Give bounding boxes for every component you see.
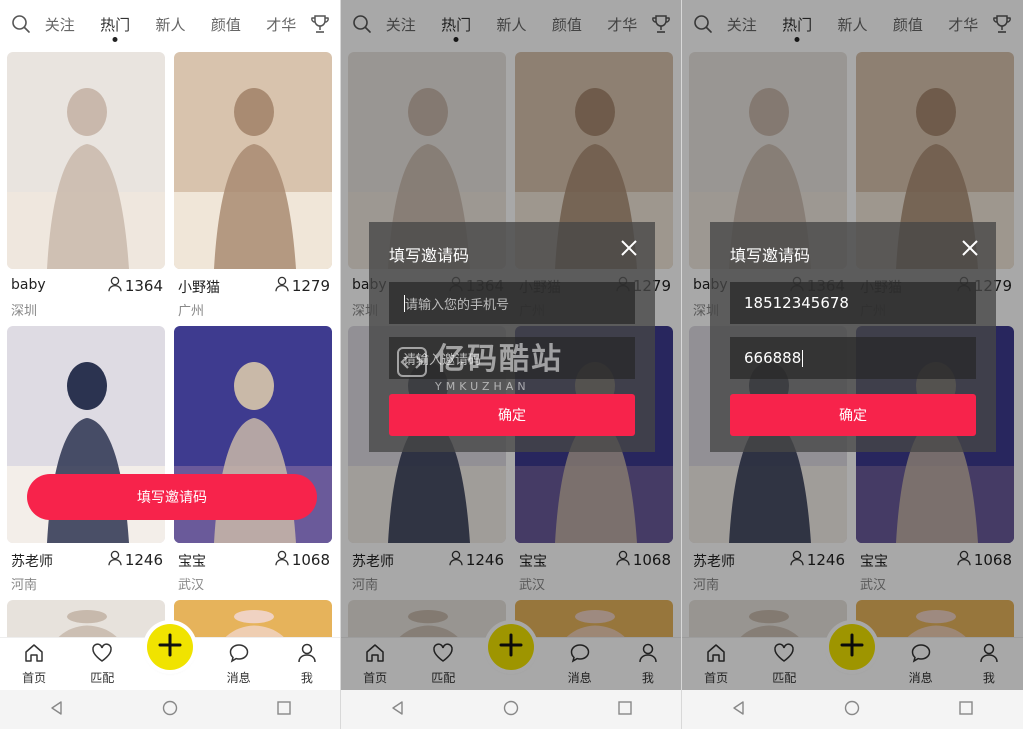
- fans-count: 1364: [108, 276, 163, 296]
- dialog-title: 填写邀请码: [389, 246, 470, 265]
- trophy-icon[interactable]: [309, 13, 331, 35]
- tab-item[interactable]: 颜值: [211, 0, 241, 48]
- user-name: 苏老师: [11, 554, 53, 570]
- user-card[interactable]: 宝宝武汉 1068: [174, 326, 332, 600]
- user-info: 苏老师河南 1246: [7, 543, 165, 600]
- nav-item-profile[interactable]: 我: [282, 642, 332, 686]
- user-card[interactable]: [7, 600, 165, 637]
- system-nav-bar: [341, 690, 681, 729]
- fans-number: 1246: [124, 551, 163, 569]
- watermark-cn: 亿码酷站: [435, 342, 563, 377]
- profile-icon: [296, 642, 318, 667]
- tab-item[interactable]: 才华: [266, 0, 296, 48]
- confirm-button[interactable]: 确定: [730, 394, 976, 436]
- user-info: 小野猫广州 1279: [174, 269, 332, 326]
- system-nav-bar: [0, 690, 340, 729]
- user-icon: [108, 276, 122, 296]
- fans-number: 1068: [291, 551, 330, 569]
- watermark-en: YMKUZHAN: [435, 380, 530, 393]
- phone-input[interactable]: 18512345678: [730, 282, 976, 324]
- user-card[interactable]: 小野猫广州 1279: [174, 52, 332, 326]
- user-name: baby: [11, 277, 46, 293]
- close-icon[interactable]: [960, 238, 980, 258]
- phone-screen-3: 关注热门新人颜值才华baby深圳1364小野猫广州1279苏老师河南1246宝宝…: [682, 0, 1023, 729]
- invite-code-button[interactable]: 填写邀请码: [27, 474, 317, 520]
- dialog-title: 填写邀请码: [730, 246, 811, 265]
- tab-item[interactable]: 新人: [155, 0, 185, 48]
- system-nav-bar: [682, 690, 1023, 729]
- top-nav: 关注 热门 新人 颜值 才华: [0, 0, 340, 48]
- plus-icon: [157, 632, 183, 662]
- confirm-button[interactable]: 确定: [389, 394, 635, 436]
- homekey-icon[interactable]: [503, 700, 519, 720]
- text-cursor: [802, 349, 804, 367]
- user-card[interactable]: [174, 600, 332, 637]
- nav-label: 首页: [22, 671, 47, 685]
- fans-count: 1246: [108, 550, 163, 570]
- screenshot-root: 关注 热门 新人 颜值 才华 baby 深圳 1364 小野猫广州 1279 苏老师河南 1246 宝宝…: [0, 0, 1024, 729]
- user-name: 宝宝: [178, 554, 206, 570]
- user-name: 小野猫: [178, 280, 220, 296]
- tab-item[interactable]: 热门: [100, 0, 130, 48]
- close-icon[interactable]: [619, 238, 639, 258]
- recents-icon[interactable]: [276, 700, 292, 720]
- phone-screen-2: 关注热门新人颜值才华baby深圳1364小野猫广州1279苏老师河南1246宝宝…: [341, 0, 682, 729]
- heart-icon: [91, 642, 113, 667]
- fans-count: 1068: [275, 550, 330, 570]
- user-icon: [275, 550, 289, 570]
- recents-icon[interactable]: [958, 700, 974, 720]
- user-city: 广州: [178, 304, 205, 319]
- nav-label: 我: [300, 671, 313, 685]
- user-card[interactable]: 苏老师河南 1246: [7, 326, 165, 600]
- nav-item-home[interactable]: 首页: [9, 642, 59, 686]
- user-city: 深圳: [11, 304, 38, 319]
- tab-bar: 关注 热门 新人 颜值 才华: [32, 0, 309, 48]
- watermark-text: 亿码酷站 YMKUZHAN: [435, 334, 563, 393]
- phone-screen-1: 关注 热门 新人 颜值 才华 baby 深圳 1364 小野猫广州 1279 苏老师河南 1246 宝宝…: [0, 0, 341, 729]
- fans-number: 1364: [124, 277, 163, 295]
- post-button[interactable]: [147, 624, 193, 670]
- search-icon[interactable]: [10, 13, 32, 35]
- homekey-icon[interactable]: [162, 700, 178, 720]
- user-info: 宝宝武汉 1068: [174, 543, 332, 600]
- recents-icon[interactable]: [617, 700, 633, 720]
- user-photo[interactable]: [174, 52, 332, 269]
- user-city: 武汉: [178, 578, 205, 593]
- user-photo[interactable]: [7, 600, 165, 637]
- nav-item-message[interactable]: 消息: [214, 642, 264, 686]
- homekey-icon[interactable]: [844, 700, 860, 720]
- code-value: 666888: [744, 349, 802, 367]
- back-icon[interactable]: [390, 700, 406, 720]
- fans-count: 1279: [275, 276, 330, 296]
- home-icon: [23, 642, 45, 667]
- fans-number: 1279: [291, 277, 330, 295]
- user-city: 河南: [11, 578, 38, 593]
- invite-dialog: 填写邀请码 18512345678 666888 确定: [710, 222, 996, 452]
- back-icon[interactable]: [731, 700, 747, 720]
- phone-placeholder: 请输入您的手机号: [405, 297, 510, 313]
- code-icon: [397, 346, 427, 381]
- user-card[interactable]: baby 深圳 1364: [7, 52, 165, 326]
- nav-label: 消息: [226, 671, 251, 685]
- user-photo[interactable]: [174, 600, 332, 637]
- message-icon: [228, 642, 250, 667]
- user-info: baby 深圳 1364: [7, 269, 165, 326]
- back-icon[interactable]: [49, 700, 65, 720]
- user-grid: baby 深圳 1364 小野猫广州 1279 苏老师河南 1246 宝宝武汉 1068: [0, 48, 340, 637]
- phone-input[interactable]: 请输入您的手机号: [389, 282, 635, 324]
- user-icon: [275, 276, 289, 296]
- nav-label: 匹配: [90, 671, 115, 685]
- nav-item-heart[interactable]: 匹配: [77, 642, 127, 686]
- tab-item[interactable]: 关注: [45, 0, 75, 48]
- user-photo[interactable]: [7, 52, 165, 269]
- watermark: 亿码酷站 YMKUZHAN: [397, 334, 563, 393]
- user-icon: [108, 550, 122, 570]
- invite-code-input[interactable]: 666888: [730, 337, 976, 379]
